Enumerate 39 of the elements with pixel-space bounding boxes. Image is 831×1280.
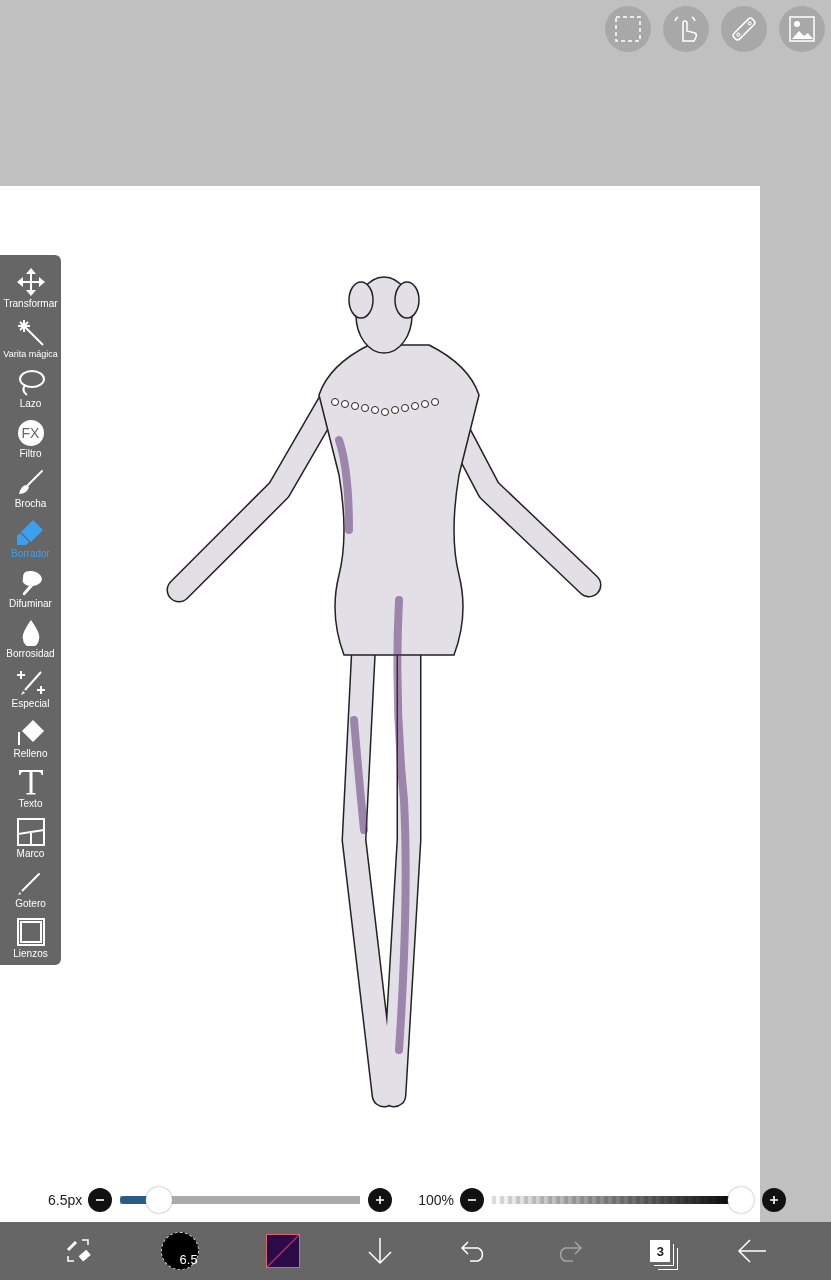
tool-item[interactable]: Varita mágica bbox=[0, 313, 61, 359]
tool-item[interactable]: Brocha bbox=[0, 463, 61, 509]
tool-item[interactable]: Marco bbox=[0, 813, 61, 859]
text-t-icon bbox=[16, 768, 45, 796]
tool-item[interactable]: Lazo bbox=[0, 363, 61, 409]
tool-item[interactable]: Relleno bbox=[0, 713, 61, 759]
back-arrow-icon[interactable] bbox=[737, 1238, 768, 1264]
ruler-icon bbox=[730, 15, 758, 43]
plus-icon bbox=[375, 1195, 386, 1205]
tool-item[interactable]: FX Filtro bbox=[0, 413, 61, 459]
opacity-reading: 100% bbox=[418, 1192, 455, 1208]
slider-thumb[interactable] bbox=[728, 1187, 755, 1213]
slider-thumb[interactable] bbox=[145, 1187, 172, 1213]
frame-panels-icon bbox=[16, 818, 45, 846]
tool-item[interactable]: Borrosidad bbox=[0, 613, 61, 659]
lasso-icon bbox=[16, 368, 45, 396]
down-arrow-icon[interactable] bbox=[366, 1237, 393, 1265]
tool-item[interactable]: Lienzos bbox=[0, 913, 61, 959]
increase-opacity-button[interactable] bbox=[762, 1188, 787, 1212]
brush-size-indicator[interactable]: 6.5 bbox=[160, 1232, 199, 1270]
picture-icon bbox=[789, 16, 815, 42]
dashed-square-icon bbox=[615, 16, 641, 42]
tool-item[interactable]: Difuminar bbox=[0, 563, 61, 609]
tool-item[interactable]: Gotero bbox=[0, 863, 61, 909]
magic-wand-icon bbox=[16, 319, 45, 347]
brush-size-reading: 6.5px bbox=[48, 1192, 83, 1208]
tool-item[interactable]: Especial bbox=[0, 663, 61, 709]
color-swatch[interactable] bbox=[265, 1234, 300, 1268]
fx-icon: FX bbox=[17, 420, 44, 446]
tool-item[interactable]: Transformar bbox=[0, 263, 61, 309]
tool-item[interactable]: Texto bbox=[0, 763, 61, 809]
move-arrows-icon bbox=[16, 268, 45, 296]
plus-icon bbox=[769, 1195, 780, 1205]
hand-pointer-icon bbox=[673, 15, 699, 43]
fill-bucket-icon bbox=[16, 718, 45, 746]
brush-icon bbox=[16, 468, 45, 496]
eraser-icon bbox=[16, 518, 45, 546]
sparkle-pen-icon bbox=[16, 668, 45, 696]
canvas-square-icon bbox=[16, 918, 45, 946]
